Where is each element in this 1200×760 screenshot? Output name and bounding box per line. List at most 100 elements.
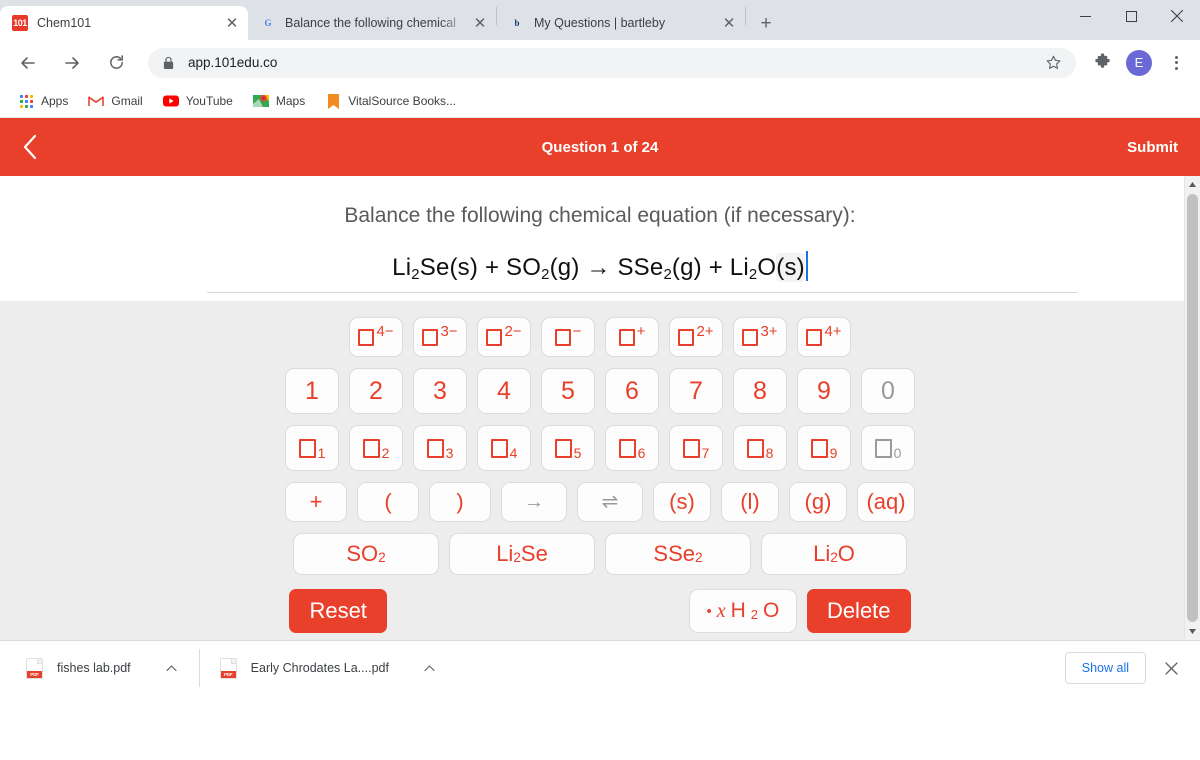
- formula-base: SSe: [653, 541, 695, 567]
- charge-2-plus-button[interactable]: 2+: [669, 317, 723, 358]
- formula-base: Li: [813, 541, 831, 567]
- formula-li2o-button[interactable]: Li 2 O: [761, 533, 907, 576]
- download-item-fishes-lab[interactable]: PDF fishes lab.pdf: [12, 649, 189, 687]
- url-text[interactable]: app.101edu.co: [188, 55, 1040, 70]
- browser-tab-bartleby[interactable]: b My Questions | bartleby ✕: [497, 6, 745, 40]
- close-downloads-bar-icon[interactable]: [1154, 651, 1188, 685]
- number-6-button[interactable]: 6: [605, 368, 659, 415]
- equation-input[interactable]: Li2Se(s) + SO2(g) → SSe2(g) + Li2O(s): [207, 251, 1078, 294]
- charge-2-minus-button[interactable]: 2−: [477, 317, 531, 358]
- chevron-up-icon[interactable]: [419, 657, 441, 679]
- number-3-button[interactable]: 3: [413, 368, 467, 415]
- chevron-up-icon[interactable]: [161, 657, 183, 679]
- formula-so2-button[interactable]: SO 2: [293, 533, 439, 576]
- puzzle-icon[interactable]: [1087, 48, 1117, 78]
- charge-4-plus-button[interactable]: 4+: [797, 317, 851, 358]
- subscript-4-button[interactable]: 4: [477, 425, 531, 472]
- scrollbar-thumb[interactable]: [1187, 194, 1198, 622]
- subscript-8-button[interactable]: 8: [733, 425, 787, 472]
- state-solid-button[interactable]: (s): [653, 482, 711, 523]
- number-0-button[interactable]: 0: [861, 368, 915, 415]
- subscript-6-button[interactable]: 6: [605, 425, 659, 472]
- tab-close-icon[interactable]: ✕: [468, 11, 492, 35]
- charge-1-plus-button[interactable]: +: [605, 317, 659, 358]
- state-aqueous-button[interactable]: (aq): [857, 482, 915, 523]
- formula-base: SO: [346, 541, 379, 567]
- tab-close-icon[interactable]: ✕: [717, 11, 741, 35]
- bookmark-vitalsource[interactable]: VitalSource Books...: [317, 90, 464, 112]
- hydrate-xh2o-button[interactable]: • x H 2 O: [688, 589, 797, 634]
- address-bar[interactable]: app.101edu.co: [148, 47, 1076, 78]
- placeholder-box-icon: [554, 328, 571, 346]
- reaction-arrow-button[interactable]: →: [501, 482, 567, 523]
- page-scrollbar[interactable]: [1184, 176, 1200, 640]
- star-icon[interactable]: [1040, 50, 1066, 76]
- equation-input-wrapper[interactable]: Li2Se(s) + SO2(g) → SSe2(g) + Li2O(s): [0, 251, 1200, 294]
- submit-button[interactable]: Submit: [1127, 139, 1178, 156]
- charge-superscript: 3−: [440, 322, 458, 340]
- minimize-icon[interactable]: [1062, 0, 1108, 32]
- placeholder-box-icon: [682, 438, 700, 458]
- formula-subscript: 2: [695, 550, 703, 566]
- open-paren-button[interactable]: (: [357, 482, 419, 523]
- vitalsource-icon: [325, 93, 341, 109]
- tab-close-icon[interactable]: ✕: [220, 11, 244, 35]
- state-gas-button[interactable]: (g): [789, 482, 847, 523]
- scroll-up-icon[interactable]: [1185, 176, 1200, 193]
- subscript-value: 3: [445, 445, 454, 462]
- bookmark-youtube[interactable]: YouTube: [155, 90, 241, 112]
- scroll-down-icon[interactable]: [1185, 623, 1200, 640]
- browser-tab-balance-equation[interactable]: G Balance the following chemical ✕: [248, 6, 496, 40]
- placeholder-box-icon: [358, 328, 375, 346]
- subscript-1-button[interactable]: 1: [285, 425, 339, 472]
- forward-arrow-icon[interactable]: [55, 46, 89, 80]
- number-4-button[interactable]: 4: [477, 368, 531, 415]
- show-all-downloads-button[interactable]: Show all: [1064, 652, 1146, 684]
- formula-li2se-button[interactable]: Li 2 Se: [449, 533, 595, 576]
- download-item-early-chordates[interactable]: PDF Early Chrodates La....pdf: [198, 649, 447, 687]
- bookmark-apps[interactable]: Apps: [10, 90, 76, 112]
- charge-3-minus-button[interactable]: 3−: [413, 317, 467, 358]
- close-icon[interactable]: [1154, 0, 1200, 32]
- back-arrow-icon[interactable]: [11, 46, 45, 80]
- subscript-3-button[interactable]: 3: [413, 425, 467, 472]
- formula-tail: Se: [520, 541, 548, 567]
- tab-title: My Questions | bartleby: [534, 16, 666, 30]
- pdf-file-icon: PDF: [26, 657, 43, 679]
- subscript-5-button[interactable]: 5: [541, 425, 595, 472]
- number-2-button[interactable]: 2: [349, 368, 403, 415]
- equilibrium-arrow-button[interactable]: ⇌: [577, 482, 643, 523]
- reset-button[interactable]: Reset: [289, 589, 387, 634]
- subscript-7-button[interactable]: 7: [669, 425, 723, 472]
- reload-icon[interactable]: [99, 46, 133, 80]
- number-1-button[interactable]: 1: [285, 368, 339, 415]
- close-paren-button[interactable]: ): [429, 482, 491, 523]
- avatar[interactable]: E: [1126, 49, 1152, 76]
- bookmark-gmail[interactable]: Gmail: [80, 90, 150, 112]
- bookmark-maps[interactable]: Maps: [245, 90, 313, 112]
- subscript-9-button[interactable]: 9: [797, 425, 851, 472]
- charge-4-minus-button[interactable]: 4−: [349, 317, 403, 358]
- delete-button[interactable]: Delete: [806, 589, 911, 634]
- number-7-button[interactable]: 7: [669, 368, 723, 415]
- window-controls: [1062, 0, 1200, 32]
- browser-tab-chem101[interactable]: 101 Chem101 ✕: [0, 6, 248, 40]
- apps-grid-icon: [18, 93, 34, 109]
- three-dots-icon[interactable]: [1161, 48, 1191, 78]
- number-8-button[interactable]: 8: [733, 368, 787, 415]
- number-5-button[interactable]: 5: [541, 368, 595, 415]
- subscript-2-button[interactable]: 2: [349, 425, 403, 472]
- plus-button[interactable]: +: [285, 482, 347, 523]
- equation-selected-token[interactable]: (s): [776, 253, 805, 283]
- placeholder-box-icon: [746, 438, 764, 458]
- state-liquid-button[interactable]: (l): [721, 482, 779, 523]
- charge-1-minus-button[interactable]: −: [541, 317, 595, 358]
- chevron-left-icon[interactable]: [22, 134, 52, 160]
- keypad-action-row: Reset • x H 2 O Delete: [0, 589, 1200, 634]
- new-tab-button[interactable]: +: [752, 9, 780, 37]
- subscript-0-button[interactable]: 0: [861, 425, 915, 472]
- formula-sse2-button[interactable]: SSe 2: [605, 533, 751, 576]
- number-9-button[interactable]: 9: [797, 368, 851, 415]
- charge-3-plus-button[interactable]: 3+: [733, 317, 787, 358]
- maximize-icon[interactable]: [1108, 0, 1154, 32]
